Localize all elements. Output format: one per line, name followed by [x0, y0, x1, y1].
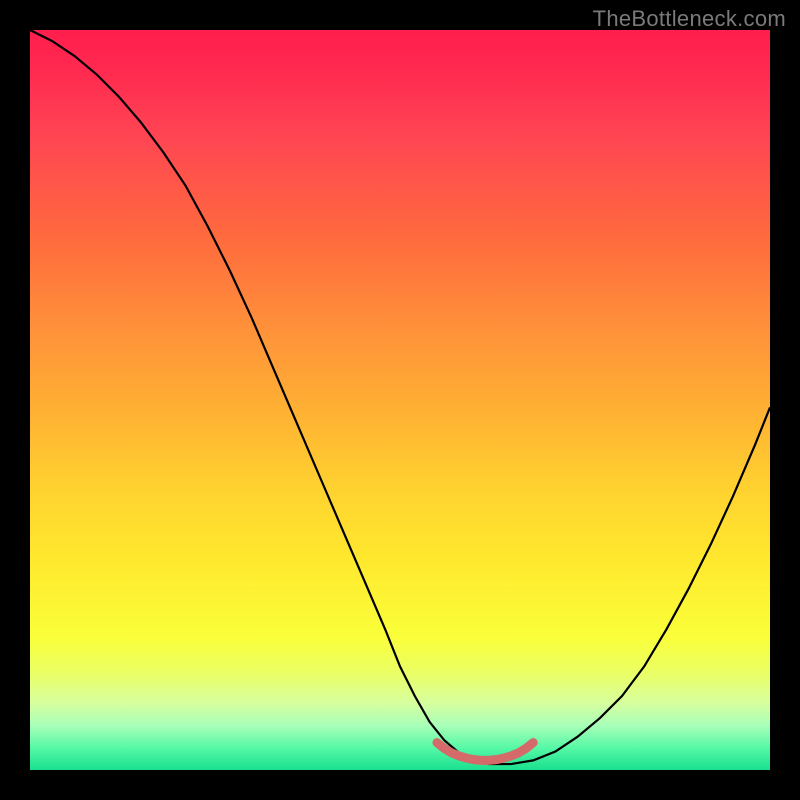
plot-area — [30, 30, 770, 770]
bottleneck-curve — [30, 30, 770, 764]
chart-frame: TheBottleneck.com — [0, 0, 800, 800]
chart-svg — [30, 30, 770, 770]
watermark-text: TheBottleneck.com — [593, 6, 786, 32]
